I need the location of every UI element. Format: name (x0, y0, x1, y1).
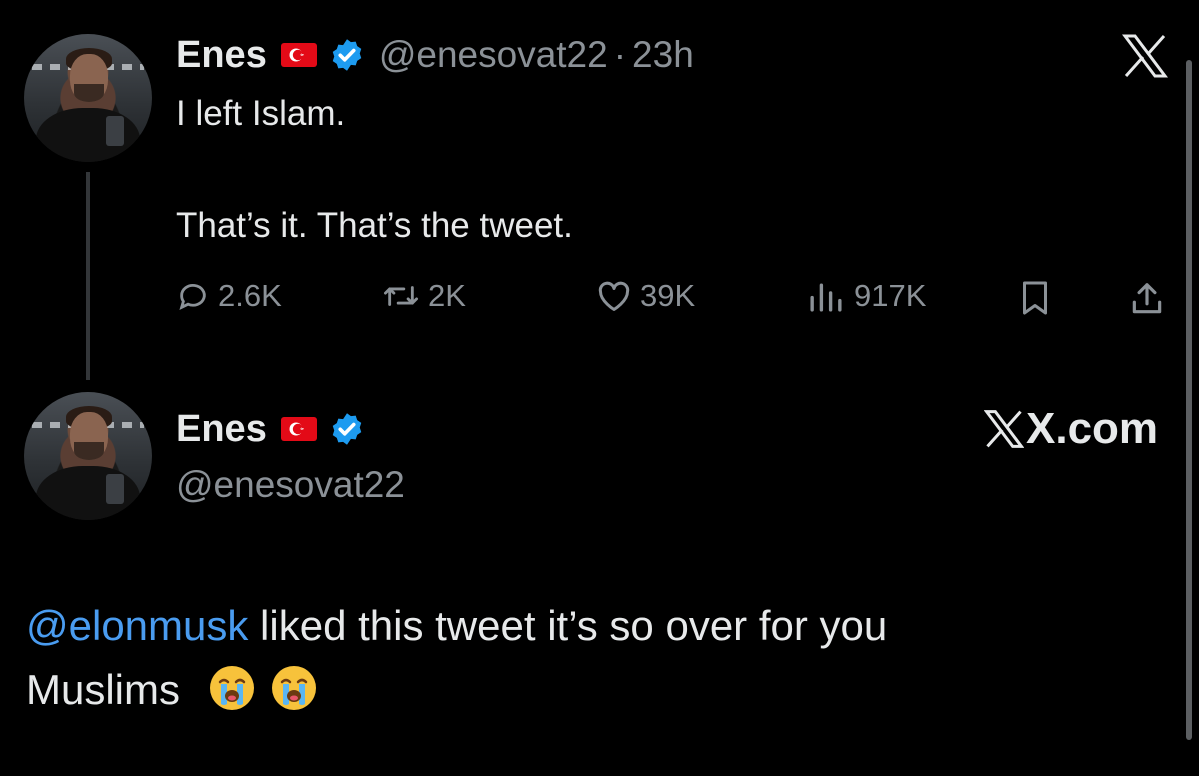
verified-badge-icon (329, 37, 365, 73)
tweet-time[interactable]: 23h (632, 34, 694, 76)
profile-avatar[interactable] (24, 392, 152, 520)
reply-count: 2.6K (218, 278, 282, 313)
reply-icon (176, 279, 210, 313)
site-domain: X.com (1026, 404, 1159, 453)
x-logo-icon (984, 410, 1024, 448)
profile-name-row: Enes (176, 404, 365, 454)
loudly-crying-face-icon (208, 664, 256, 712)
views-button[interactable]: 917K (806, 278, 926, 314)
mention-link[interactable]: @elonmusk (26, 602, 248, 649)
retweet-count: 2K (428, 278, 466, 313)
retweet-icon (382, 279, 420, 313)
profile-handle[interactable]: @enesovat22 (176, 464, 405, 506)
turkey-flag-icon (280, 43, 317, 67)
thread-line (86, 172, 90, 380)
profile-name[interactable]: Enes (176, 408, 267, 451)
like-button[interactable]: 39K (596, 278, 695, 314)
like-count: 39K (640, 278, 696, 313)
verified-badge-icon (329, 411, 365, 447)
heart-icon (596, 279, 632, 313)
loudly-crying-face-icon (270, 664, 318, 712)
separator-dot: · (613, 34, 627, 75)
share-icon[interactable] (1128, 280, 1166, 323)
tweet-text-line1: I left Islam. (176, 94, 346, 133)
author-name[interactable]: Enes (176, 34, 267, 77)
caption-line1: @elonmusk liked this tweet it’s so over … (26, 594, 1146, 658)
author-handle[interactable]: @enesovat22 (379, 34, 608, 76)
caption-text: liked this tweet it’s so over for you (248, 602, 888, 649)
caption-word: Muslims (26, 666, 180, 713)
bookmark-icon[interactable] (1018, 280, 1052, 321)
retweet-button[interactable]: 2K (382, 278, 466, 314)
site-label: X.com (984, 404, 1158, 454)
avatar[interactable] (24, 34, 152, 162)
x-logo-icon[interactable] (1122, 34, 1168, 78)
reply-button[interactable]: 2.6K (176, 278, 282, 314)
caption: @elonmusk liked this tweet it’s so over … (26, 594, 1146, 722)
tweet-text-line2: That’s it. That’s the tweet. (176, 206, 573, 245)
scrollbar[interactable] (1186, 60, 1192, 740)
views-icon (806, 279, 846, 313)
caption-line2: Muslims (26, 658, 1146, 722)
turkey-flag-icon (280, 417, 317, 441)
tweet-header: Enes @enesovat22 · 23h (176, 30, 694, 80)
views-count: 917K (854, 278, 927, 313)
